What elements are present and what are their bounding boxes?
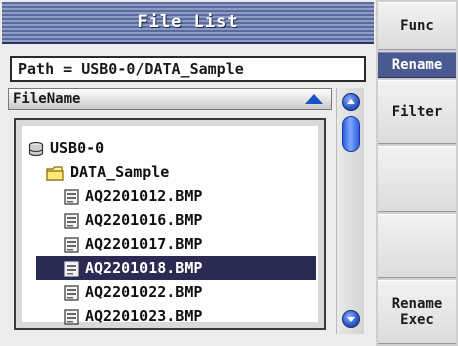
file-name: AQ2201012.BMP — [85, 187, 203, 205]
rename-softkey[interactable]: Rename — [378, 52, 456, 78]
sort-ascending-icon[interactable] — [305, 94, 323, 104]
file-tree[interactable]: USB0-0 DATA_Sample AQ2201012.BMP AQ22010… — [14, 118, 326, 330]
drive-icon — [28, 140, 44, 164]
image-file-icon — [64, 308, 79, 332]
title-bar: File List — [2, 2, 374, 44]
drive-label: USB0-0 — [50, 139, 105, 157]
file-list-panel: File List Path = USB0-0/DATA_Sample File… — [0, 0, 376, 346]
filter-softkey[interactable]: Filter — [378, 80, 456, 144]
softkey-panel: Func Rename Filter Rename Exec — [376, 0, 458, 346]
list-item[interactable]: AQ2201012.BMP — [64, 184, 202, 208]
file-name: AQ2201018.BMP — [85, 259, 203, 277]
scroll-up-icon[interactable] — [342, 93, 360, 111]
func-softkey-label: Func — [400, 18, 434, 34]
scrollbar-thumb[interactable] — [342, 116, 360, 152]
path-display: Path = USB0-0/DATA_Sample — [10, 56, 366, 82]
folder-label: DATA_Sample — [70, 163, 170, 181]
file-name: AQ2201022.BMP — [85, 283, 203, 301]
filter-softkey-label: Filter — [391, 104, 443, 120]
page-title: File List — [137, 12, 239, 32]
file-name: AQ2201017.BMP — [85, 235, 203, 253]
rename-softkey-label: Rename — [391, 57, 443, 73]
list-item[interactable]: AQ2201017.BMP — [64, 232, 202, 256]
scrollbar[interactable] — [336, 88, 364, 334]
folder-icon — [46, 164, 64, 188]
list-item[interactable]: AQ2201022.BMP — [64, 280, 202, 304]
list-item-selected[interactable]: AQ2201018.BMP — [36, 256, 316, 280]
empty-softkey-2[interactable] — [378, 214, 456, 278]
list-item[interactable]: AQ2201016.BMP — [64, 208, 202, 232]
scroll-down-icon[interactable] — [342, 310, 360, 328]
func-softkey[interactable]: Func — [378, 2, 456, 50]
empty-softkey-1[interactable] — [378, 146, 456, 212]
filename-column-label: FileName — [13, 91, 81, 107]
drive-item[interactable]: USB0-0 — [28, 136, 104, 160]
rename-exec-softkey[interactable]: Rename Exec — [378, 280, 456, 344]
list-item[interactable]: AQ2201023.BMP — [64, 304, 202, 328]
file-name: AQ2201016.BMP — [85, 211, 203, 229]
filename-column-header[interactable]: FileName — [8, 88, 332, 110]
rename-exec-label-line2: Exec — [400, 312, 434, 328]
folder-item[interactable]: DATA_Sample — [46, 160, 169, 184]
rename-exec-label-line1: Rename — [391, 296, 443, 312]
file-name: AQ2201023.BMP — [85, 307, 203, 325]
